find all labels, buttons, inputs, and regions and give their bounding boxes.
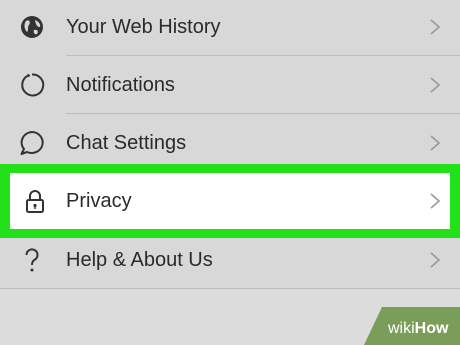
settings-list: Your Web History Notifications Chat Sett… — [0, 0, 460, 345]
wikihow-watermark: wikiHow — [364, 307, 460, 345]
settings-item-help[interactable]: Help & About Us — [0, 231, 460, 289]
globe-icon — [21, 16, 43, 38]
settings-item-label: Your Web History — [66, 16, 221, 38]
settings-item-label: Privacy — [66, 190, 132, 212]
svg-text:wikiHow: wikiHow — [387, 320, 449, 337]
settings-item-web-history[interactable]: Your Web History — [0, 0, 460, 56]
settings-item-privacy[interactable]: Privacy — [10, 173, 450, 229]
settings-item-notifications[interactable]: Notifications — [0, 56, 460, 114]
chevron-right-icon — [430, 193, 441, 209]
chevron-right-icon — [430, 77, 441, 93]
lock-icon — [26, 190, 44, 213]
circle-arrow-icon — [21, 73, 45, 97]
chevron-right-icon — [430, 252, 441, 268]
settings-item-label: Notifications — [66, 74, 175, 96]
settings-item-label: Help & About Us — [66, 249, 213, 271]
chevron-right-icon — [430, 19, 441, 35]
chevron-right-icon — [430, 135, 441, 151]
question-icon — [25, 248, 39, 272]
chat-bubble-icon — [20, 131, 44, 155]
